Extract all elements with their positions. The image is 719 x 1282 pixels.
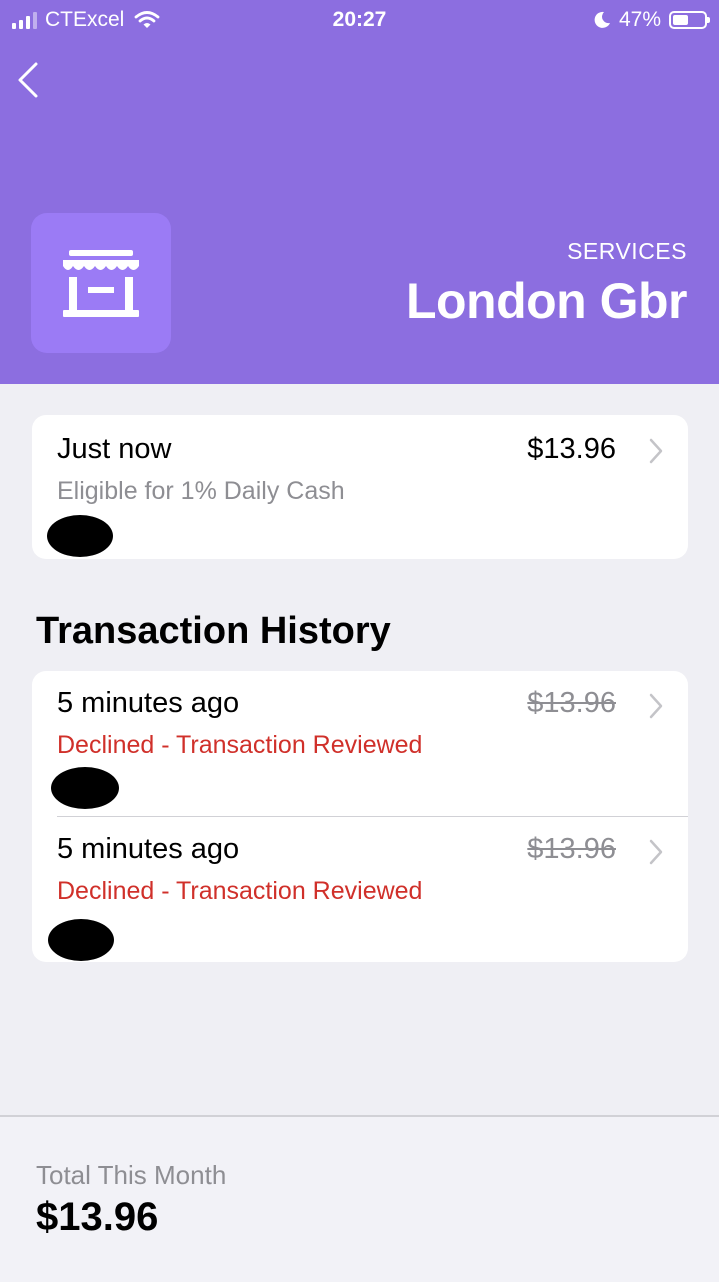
latest-transaction-card[interactable]: Just now Eligible for 1% Daily Cash $13.…	[32, 415, 688, 559]
total-label: Total This Month	[36, 1160, 227, 1190]
transaction-time: Just now	[57, 433, 172, 465]
monthly-total-footer: Total This Month $13.96	[0, 1115, 719, 1282]
redacted-mark	[48, 919, 114, 961]
history-row[interactable]: 5 minutes ago Declined - Transaction Rev…	[32, 671, 688, 816]
merchant-category: SERVICES	[567, 238, 687, 264]
chevron-right-icon	[649, 438, 663, 464]
transaction-subtitle: Eligible for 1% Daily Cash	[57, 477, 345, 505]
merchant-header: CTExcel 20:27 47% SERVICES London Gbr	[0, 0, 719, 384]
transaction-time: 5 minutes ago	[57, 687, 240, 719]
storefront-icon	[63, 250, 139, 317]
status-bar: CTExcel 20:27 47%	[0, 0, 719, 40]
transaction-status: Declined - Transaction Reviewed	[57, 877, 423, 905]
back-chevron-icon[interactable]	[14, 60, 44, 100]
moon-icon	[594, 11, 610, 28]
merchant-logo	[31, 213, 171, 353]
battery-icon	[669, 11, 710, 29]
chevron-right-icon	[649, 693, 663, 719]
history-card: 5 minutes ago Declined - Transaction Rev…	[32, 671, 688, 962]
total-amount: $13.96	[36, 1195, 159, 1239]
transaction-amount: $13.96	[527, 433, 616, 465]
transaction-amount: $13.96	[527, 833, 616, 865]
transaction-time: 5 minutes ago	[57, 833, 240, 865]
redacted-mark	[51, 767, 119, 809]
transaction-amount: $13.96	[527, 687, 616, 719]
battery-percent: 47%	[618, 8, 661, 31]
merchant-name: London Gbr	[405, 273, 688, 329]
transaction-status: Declined - Transaction Reviewed	[57, 731, 423, 759]
history-row[interactable]: 5 minutes ago Declined - Transaction Rev…	[32, 817, 688, 962]
redacted-mark	[47, 515, 113, 557]
chevron-right-icon	[649, 839, 663, 865]
section-title: Transaction History	[36, 610, 391, 652]
